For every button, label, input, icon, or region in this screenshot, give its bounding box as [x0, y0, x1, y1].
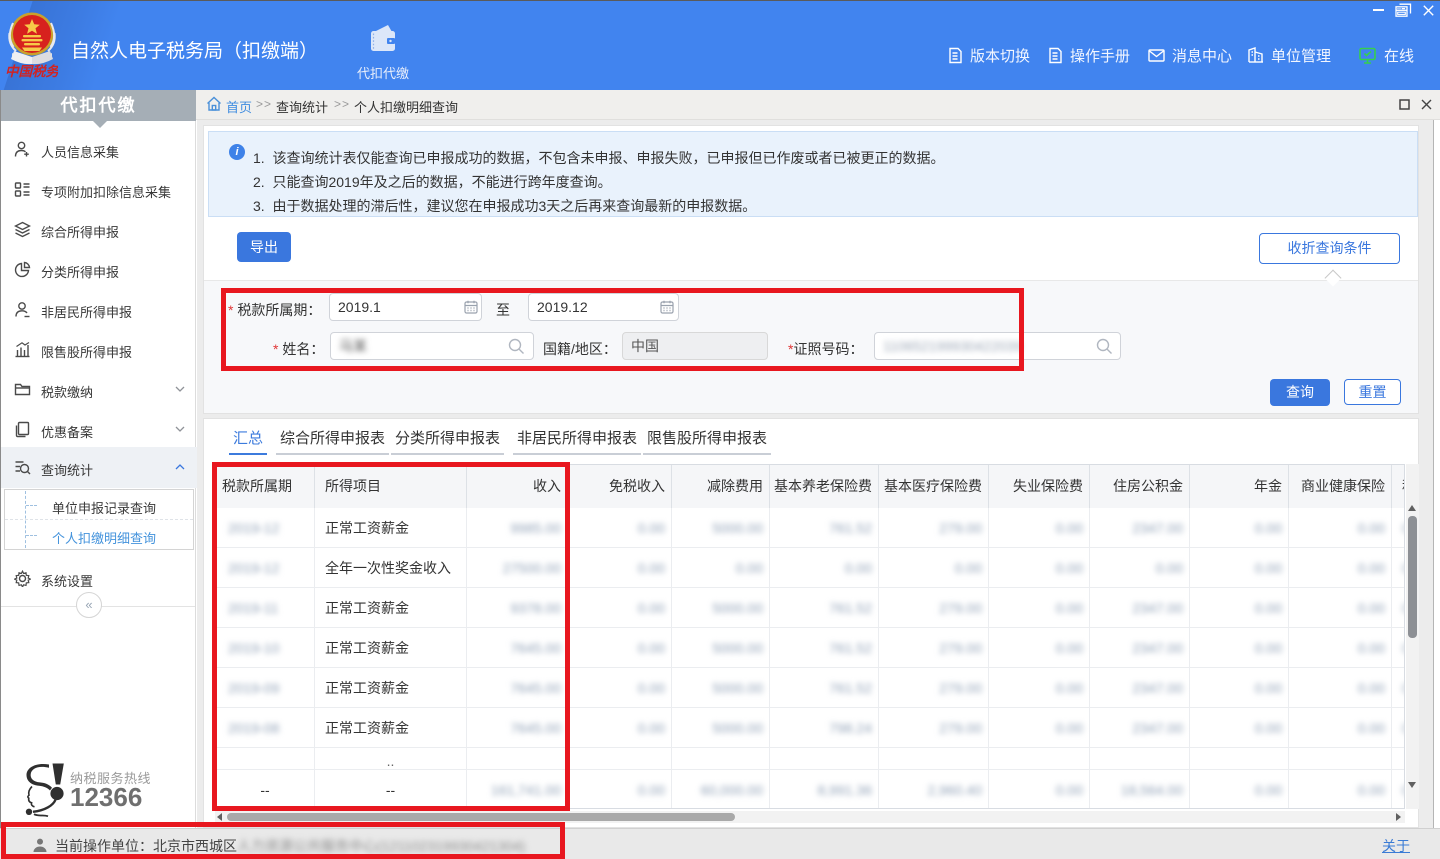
svg-text:中国税务: 中国税务: [6, 64, 58, 79]
